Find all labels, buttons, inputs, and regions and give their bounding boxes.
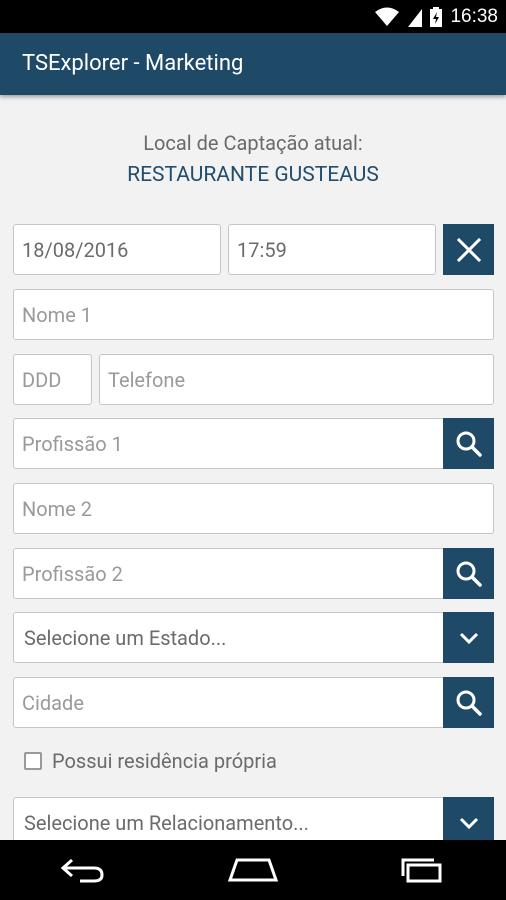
location-value: RESTAURANTE GUSTEAUS [127,163,379,187]
date-field[interactable]: 18/08/2016 [13,224,221,275]
estado-select[interactable]: Selecione um Estado... [13,612,453,663]
search-cidade-button[interactable] [443,677,494,728]
search-profissao1-button[interactable] [443,418,494,469]
residencia-checkbox-label: Possui residência própria [52,749,277,773]
close-icon [456,237,481,262]
relacionamento-dropdown-button[interactable] [443,797,494,840]
profissao1-input[interactable]: Profissão 1 [13,418,453,469]
back-icon[interactable] [60,857,106,883]
navigation-bar [0,840,506,900]
clear-button[interactable] [443,224,494,275]
app-title: TSExplorer - Marketing [22,51,244,76]
cidade-input[interactable]: Cidade [13,677,453,728]
search-icon [456,561,482,587]
form-content: Local de Captação atual: RESTAURANTE GUS… [0,95,506,840]
time-field[interactable]: 17:59 [228,224,436,275]
status-bar: 16:38 [0,0,506,33]
wifi-icon [375,7,400,26]
search-icon [456,431,482,457]
app-bar: TSExplorer - Marketing [0,33,506,95]
residencia-checkbox[interactable] [24,752,42,770]
battery-charging-icon [430,6,443,27]
telefone-input[interactable]: Telefone [99,354,494,405]
residencia-checkbox-row[interactable]: Possui residência própria [24,749,277,773]
home-icon[interactable] [227,857,279,883]
estado-dropdown-button[interactable] [443,612,494,663]
signal-icon [408,8,423,27]
recent-apps-icon[interactable] [400,857,446,883]
relacionamento-select[interactable]: Selecione um Relacionamento... [13,797,453,840]
search-profissao2-button[interactable] [443,548,494,599]
chevron-down-icon [459,632,478,644]
profissao2-input[interactable]: Profissão 2 [13,548,453,599]
location-label: Local de Captação atual: [143,131,363,155]
chevron-down-icon [459,817,478,829]
ddd-input[interactable]: DDD [13,354,92,405]
nome1-input[interactable]: Nome 1 [13,289,494,340]
search-icon [456,690,482,716]
nome2-input[interactable]: Nome 2 [13,483,494,534]
status-time: 16:38 [450,5,498,27]
